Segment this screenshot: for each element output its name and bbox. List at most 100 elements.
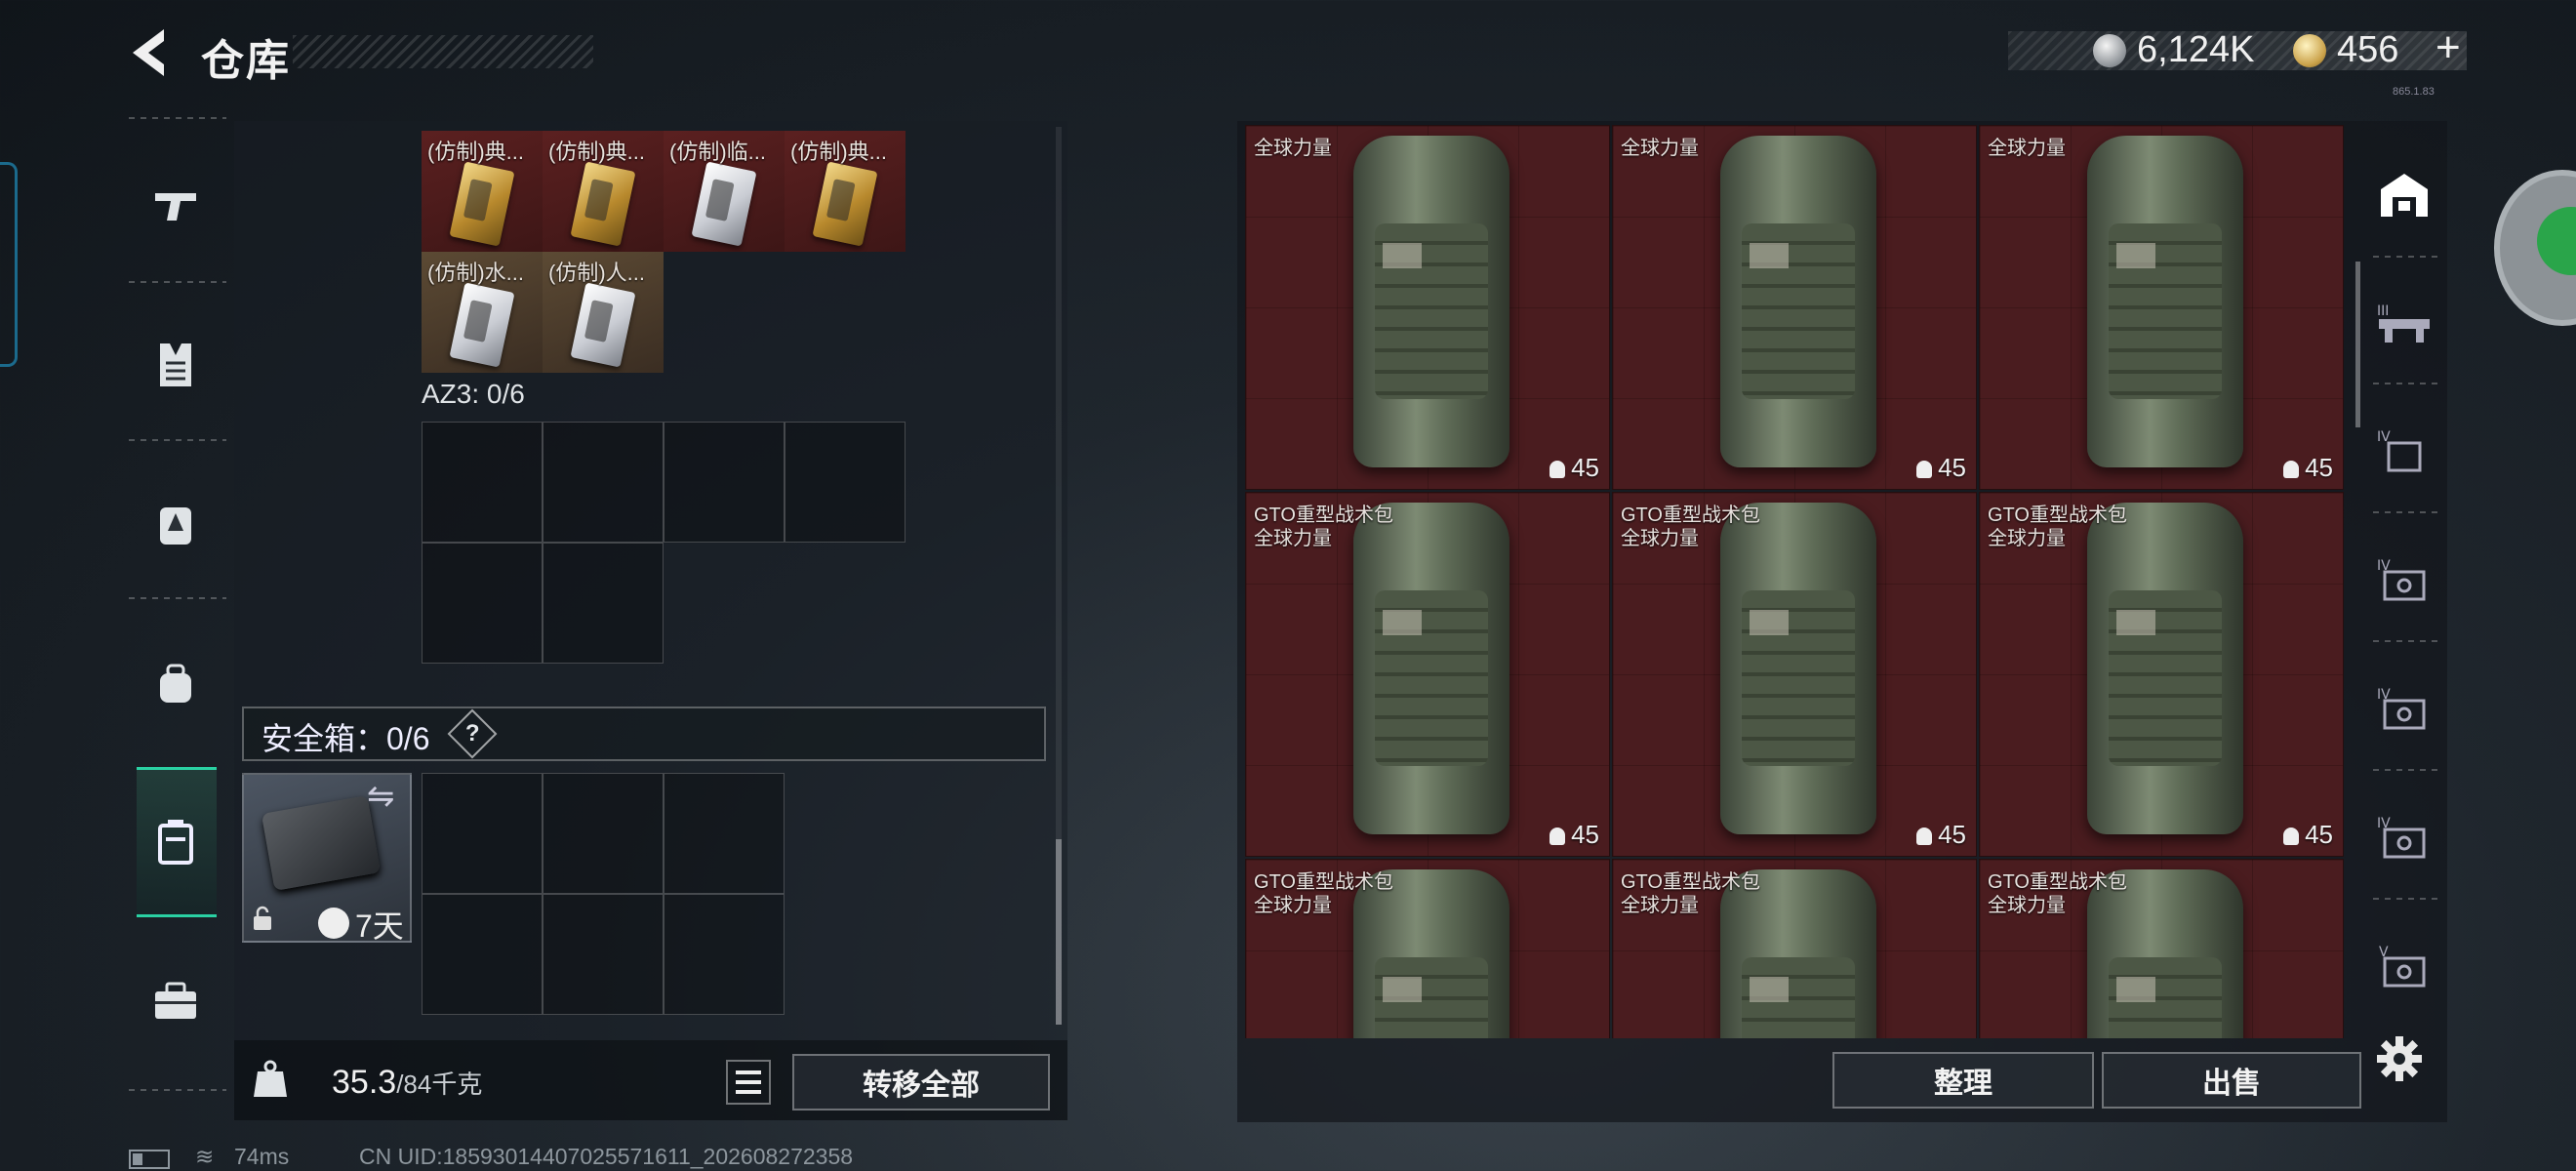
empty-slot[interactable] bbox=[543, 543, 664, 664]
warehouse-icon bbox=[2381, 174, 2428, 217]
tab-vest[interactable] bbox=[137, 326, 215, 404]
ping-readout: 74ms bbox=[234, 1144, 290, 1169]
empty-slot[interactable] bbox=[422, 543, 543, 664]
tier-label: III bbox=[2377, 303, 2389, 319]
case-icon bbox=[158, 820, 193, 865]
item-card[interactable]: (仿制)典... bbox=[422, 131, 543, 252]
storage-icon: IV bbox=[2377, 429, 2422, 472]
item-name: (仿制)典... bbox=[790, 140, 887, 164]
stash-tab-main[interactable] bbox=[2361, 141, 2447, 248]
side-divider bbox=[2373, 511, 2443, 513]
item-brand: 全球力量 bbox=[1988, 895, 2066, 916]
safe-slot[interactable] bbox=[664, 773, 785, 894]
tab-weapons[interactable] bbox=[137, 166, 215, 244]
item-brand: 全球力量 bbox=[1988, 138, 2066, 159]
backpack-item[interactable]: 全球力量 45 bbox=[1979, 125, 2344, 490]
empty-slot[interactable] bbox=[543, 422, 664, 543]
currency-gold-amount: 456 bbox=[2337, 29, 2399, 70]
backpack-item[interactable]: GTO重型战术包 全球力量 bbox=[1245, 859, 1610, 1038]
back-arrow-icon[interactable] bbox=[125, 23, 174, 82]
stash-tab-4a[interactable]: IV bbox=[2361, 398, 2447, 505]
backpack-image bbox=[2087, 503, 2243, 834]
backpack-image bbox=[2087, 136, 2243, 467]
stash-grid: 全球力量 45 全球力量 45 全球力量 45 GTO重型战术包 全球力量 45… bbox=[1245, 125, 2344, 1038]
backpack-item[interactable]: GTO重型战术包 全球力量 bbox=[1612, 859, 1977, 1038]
add-currency-button[interactable]: + bbox=[2435, 23, 2461, 72]
weight-max: /84千克 bbox=[396, 1070, 483, 1099]
backpack-image bbox=[1720, 503, 1876, 834]
backpack-icon bbox=[160, 507, 191, 545]
item-card[interactable]: (仿制)典... bbox=[543, 131, 664, 252]
item-brand: 全球力量 bbox=[1621, 895, 1699, 916]
safe-slot[interactable] bbox=[422, 894, 543, 1015]
swap-icon[interactable]: ⇋ bbox=[367, 777, 395, 816]
stash-tab-4d[interactable]: IV bbox=[2361, 785, 2447, 892]
stash-scrollbar-thumb[interactable] bbox=[2355, 262, 2360, 427]
backpack-capacity-icon bbox=[1550, 461, 1566, 478]
safe-icon: IV bbox=[2377, 687, 2426, 730]
clock-icon bbox=[318, 908, 349, 939]
safe-icon: V bbox=[2379, 945, 2426, 988]
safe-slot[interactable] bbox=[664, 894, 785, 1015]
empty-slot[interactable] bbox=[785, 422, 906, 543]
backpack-capacity-icon bbox=[2283, 828, 2300, 845]
item-card[interactable]: (仿制)人... bbox=[543, 252, 664, 373]
safe-slot[interactable] bbox=[422, 773, 543, 894]
backpack-item[interactable]: 全球力量 45 bbox=[1245, 125, 1610, 490]
backpack-capacity-icon bbox=[1916, 828, 1933, 845]
safe-slot[interactable] bbox=[543, 773, 664, 894]
side-divider bbox=[2373, 640, 2443, 642]
transfer-all-button[interactable]: 转移全部 bbox=[792, 1054, 1050, 1110]
backpack-item[interactable]: GTO重型战术包 全球力量 45 bbox=[1245, 492, 1610, 857]
vest-icon bbox=[160, 343, 191, 386]
battery-icon bbox=[129, 1150, 170, 1169]
item-name: (仿制)临... bbox=[669, 140, 766, 164]
empty-slot[interactable] bbox=[664, 422, 785, 543]
item-name: (仿制)典... bbox=[427, 140, 524, 164]
item-brand: 全球力量 bbox=[1621, 138, 1699, 159]
item-card[interactable]: (仿制)典... bbox=[785, 131, 906, 252]
unlock-icon bbox=[254, 906, 271, 930]
item-name: (仿制)人... bbox=[548, 261, 645, 285]
backpack-item[interactable]: GTO重型战术包 全球力量 45 bbox=[1979, 492, 2344, 857]
tab-pouch[interactable] bbox=[137, 644, 215, 722]
tab-backpack[interactable] bbox=[137, 484, 215, 562]
side-drawer-handle[interactable] bbox=[0, 162, 18, 367]
empty-slot[interactable] bbox=[422, 422, 543, 543]
safe-icon: IV bbox=[2377, 558, 2426, 601]
gold-coin-icon bbox=[2293, 34, 2326, 67]
currency-silver-amount: 6,124K bbox=[2137, 29, 2255, 70]
rail-divider bbox=[129, 281, 226, 283]
stash-tab-5[interactable]: V bbox=[2361, 913, 2447, 1021]
item-card[interactable]: (仿制)临... bbox=[664, 131, 785, 252]
backpack-item[interactable]: GTO重型战术包 全球力量 45 bbox=[1612, 492, 1977, 857]
list-view-button[interactable] bbox=[726, 1060, 771, 1105]
pouch-icon bbox=[160, 664, 191, 703]
left-scrollbar-thumb[interactable] bbox=[1056, 839, 1062, 1025]
backpack-item[interactable]: 全球力量 45 bbox=[1612, 125, 1977, 490]
stash-tab-4b[interactable]: IV bbox=[2361, 527, 2447, 634]
keycard-icon bbox=[570, 282, 636, 368]
tab-safebox[interactable] bbox=[137, 802, 215, 880]
gear-icon[interactable] bbox=[2375, 1034, 2424, 1083]
backpack-image bbox=[1353, 503, 1509, 834]
sort-button[interactable]: 整理 bbox=[1832, 1052, 2094, 1109]
stash-tab-4c[interactable]: IV bbox=[2361, 656, 2447, 763]
tab-toolbox[interactable] bbox=[137, 962, 215, 1040]
backpack-image bbox=[1720, 136, 1876, 467]
backpack-capacity-icon bbox=[2283, 461, 2300, 478]
backpack-capacity-icon bbox=[1916, 461, 1933, 478]
keycard-icon bbox=[570, 161, 636, 247]
item-brand: 全球力量 bbox=[1254, 895, 1332, 916]
safe-slot[interactable] bbox=[543, 894, 664, 1015]
sell-button[interactable]: 出售 bbox=[2102, 1052, 2361, 1109]
safebox-duration: 7天 bbox=[355, 909, 404, 944]
side-divider bbox=[2373, 383, 2443, 384]
keycard-icon bbox=[449, 161, 515, 247]
version-label: 865.1.83 bbox=[2393, 86, 2435, 98]
stash-tab-3[interactable]: III bbox=[2361, 269, 2447, 377]
backpack-item[interactable]: GTO重型战术包 全球力量 bbox=[1979, 859, 2344, 1038]
item-card[interactable]: (仿制)水... bbox=[422, 252, 543, 373]
backpack-image bbox=[1720, 869, 1876, 1038]
silver-coin-icon bbox=[2093, 34, 2126, 67]
